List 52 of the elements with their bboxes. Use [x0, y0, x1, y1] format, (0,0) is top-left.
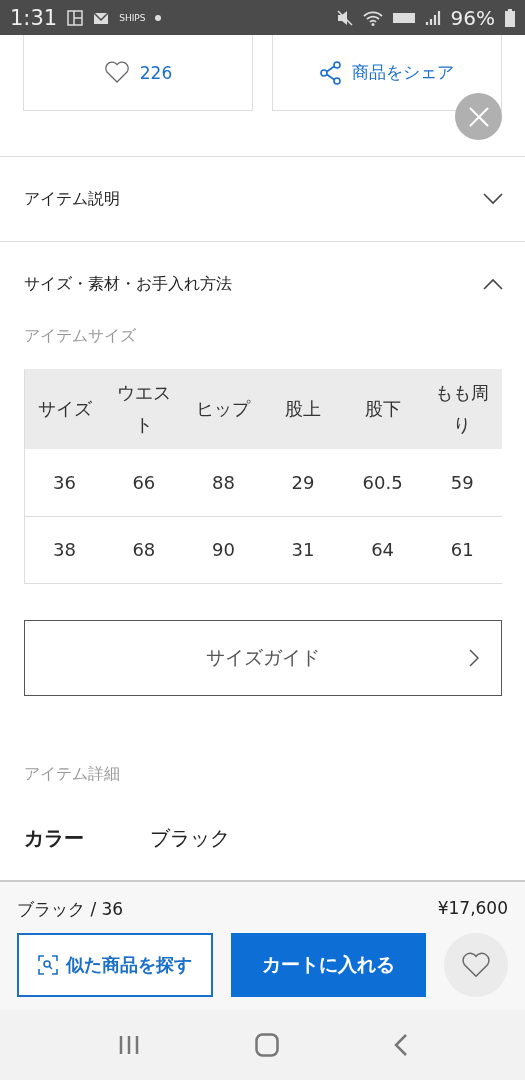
column-header: ヒップ: [183, 369, 264, 449]
table-cell: 31: [263, 516, 343, 583]
selection-text: ブラック / 36: [17, 898, 124, 921]
chevron-right-icon: [469, 648, 479, 667]
window-icon: [67, 9, 84, 26]
column-header: ウエスト: [104, 369, 184, 449]
home-icon[interactable]: [254, 1033, 279, 1057]
chevron-up-icon: [483, 278, 503, 290]
similar-items-button[interactable]: 似た商品を探す: [17, 933, 213, 997]
heart-icon: [103, 61, 130, 84]
notification-label: SHIPS: [119, 12, 146, 23]
column-header: 股上: [263, 369, 343, 449]
close-button[interactable]: [455, 93, 502, 140]
table-cell: 60.5: [342, 449, 423, 516]
table-cell: 29: [263, 449, 343, 516]
table-cell: 61: [422, 516, 502, 583]
battery-percent: 96%: [450, 5, 495, 30]
column-header: 股下: [342, 369, 423, 449]
recent-apps-icon[interactable]: [117, 1035, 140, 1055]
table-cell: 90: [183, 516, 264, 583]
dot-icon: [155, 14, 162, 21]
add-to-cart-button[interactable]: カートに入れる: [230, 933, 427, 997]
image-search-icon: [37, 955, 58, 975]
battery-icon: [505, 8, 515, 27]
table-cell: 59: [422, 449, 502, 516]
close-icon: [468, 106, 489, 127]
table-cell: 38: [24, 516, 105, 583]
mute-icon: [336, 9, 353, 26]
clock: 1:31: [10, 5, 58, 30]
like-button[interactable]: 226: [23, 35, 253, 111]
chevron-down-icon: [483, 193, 503, 205]
price: ¥17,600: [437, 898, 508, 920]
table-cell: 68: [104, 516, 184, 583]
size-guide-button[interactable]: サイズガイド: [24, 619, 502, 696]
table-cell: 66: [104, 449, 184, 516]
signal-icon: [424, 9, 441, 26]
heart-icon: [461, 952, 492, 978]
table-cell: 36: [24, 449, 105, 516]
mail-icon: [93, 10, 110, 25]
column-header: サイズ: [24, 369, 105, 449]
wifi-icon: [362, 9, 383, 26]
accordion-header[interactable]: サイズ・素材・お手入れ方法: [0, 241, 525, 326]
section-heading: アイテムサイズ: [23, 326, 137, 347]
accordion-header[interactable]: アイテム説明: [0, 156, 525, 241]
table-cell: 64: [342, 516, 423, 583]
column-header: もも周り: [422, 369, 502, 449]
detail-label: カラー: [24, 824, 85, 852]
back-icon[interactable]: [393, 1033, 408, 1057]
table-cell: 88: [183, 449, 264, 516]
share-icon: [320, 60, 342, 85]
section-heading: アイテム詳細: [23, 763, 121, 785]
detail-value: ブラック: [150, 824, 230, 852]
